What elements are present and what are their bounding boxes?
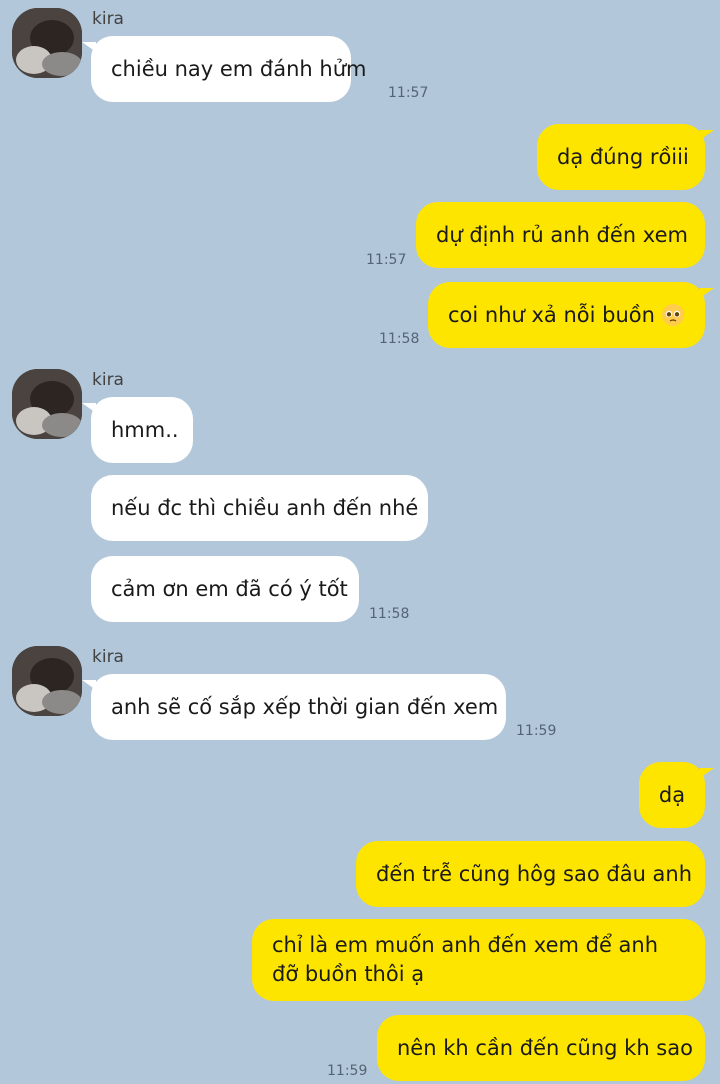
- message-text: dự định rủ anh đến xem: [436, 222, 688, 247]
- message-text: đến trễ cũng hôg sao đâu anh: [376, 861, 693, 886]
- message-text: anh sẽ cố sắp xếp thời gian đến xem: [111, 694, 499, 719]
- message-timestamp: 11:57: [388, 85, 429, 101]
- pleading-face-icon: [661, 303, 685, 327]
- message-bubble-incoming[interactable]: hmm..: [82, 397, 193, 463]
- message-timestamp: 11:59: [327, 1063, 368, 1079]
- message-text: dạ: [658, 782, 686, 807]
- message-bubble-outgoing[interactable]: dự định rủ anh đến xem: [416, 202, 705, 268]
- message-bubble-incoming[interactable]: cảm ơn em đã có ý tốt: [91, 556, 359, 622]
- avatar[interactable]: [12, 8, 82, 78]
- message-text: hmm..: [111, 417, 179, 442]
- message-text: nên kh cần đến cũng kh sao: [397, 1035, 693, 1060]
- message-bubble-outgoing[interactable]: chỉ là em muốn anh đến xem để anh đỡ buồ…: [252, 919, 705, 1001]
- message-text: chiều nay em đánh hửm: [111, 56, 367, 81]
- message-timestamp: 11:59: [516, 723, 557, 739]
- message-text: dạ đúng rồiii: [557, 144, 689, 169]
- message-timestamp: 11:58: [379, 331, 420, 347]
- message-text: nếu đc thì chiều anh đến nhé: [111, 495, 419, 520]
- message-bubble-outgoing[interactable]: nên kh cần đến cũng kh sao: [377, 1015, 705, 1081]
- message-bubble-incoming[interactable]: anh sẽ cố sắp xếp thời gian đến xem: [82, 674, 506, 740]
- message-text: cảm ơn em đã có ý tốt: [111, 576, 348, 601]
- message-bubble-outgoing[interactable]: đến trễ cũng hôg sao đâu anh: [356, 841, 705, 907]
- message-text: coi như xả nỗi buồn: [448, 302, 655, 327]
- message-bubble-outgoing[interactable]: coi như xả nỗi buồn: [428, 282, 714, 348]
- sender-name: kira: [92, 9, 124, 29]
- message-bubble-incoming[interactable]: nếu đc thì chiều anh đến nhé: [91, 475, 428, 541]
- message-timestamp: 11:58: [369, 606, 410, 622]
- message-bubble-outgoing[interactable]: dạ đúng rồiii: [537, 124, 714, 190]
- message-bubble-outgoing[interactable]: dạ: [639, 762, 714, 828]
- message-bubble-incoming[interactable]: chiều nay em đánh hửm: [82, 36, 367, 102]
- sender-name: kira: [92, 647, 124, 667]
- sender-name: kira: [92, 370, 124, 390]
- message-text: chỉ là em muốn anh đến xem để anh đỡ buồ…: [272, 933, 659, 986]
- message-timestamp: 11:57: [366, 252, 407, 268]
- avatar[interactable]: [12, 369, 82, 439]
- avatar[interactable]: [12, 646, 82, 716]
